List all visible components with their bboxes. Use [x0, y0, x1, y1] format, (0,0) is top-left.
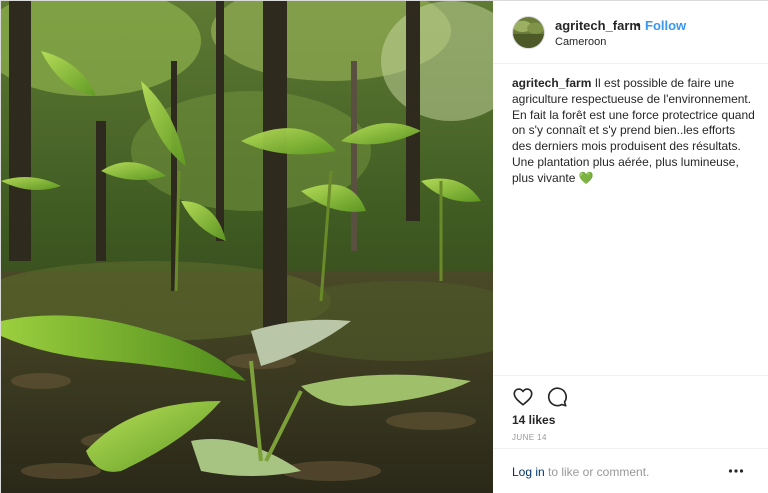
instagram-post: agritech_farm • Follow Cameroon agritech… — [0, 0, 768, 493]
post-date: JUNE 14 — [512, 433, 547, 442]
login-link[interactable]: Log in — [512, 465, 545, 479]
post-location[interactable]: Cameroon — [555, 36, 606, 48]
post-footer: Log in to like or comment. — [493, 448, 768, 493]
heart-outline-icon[interactable] — [512, 386, 534, 408]
avatar[interactable] — [512, 16, 545, 49]
follow-button[interactable]: Follow — [645, 18, 686, 33]
forest-photo-image — [1, 1, 493, 493]
green-heart-emoji: 💚 — [578, 170, 594, 185]
post-actions: 14 likes JUNE 14 — [493, 375, 768, 455]
comment-bubble-icon[interactable] — [546, 386, 568, 408]
likes-count[interactable]: 14 likes — [512, 413, 555, 427]
header-username[interactable]: agritech_farm — [555, 18, 641, 33]
caption-username[interactable]: agritech_farm — [512, 76, 591, 90]
caption-text: Il est possible de faire une agriculture… — [512, 76, 755, 185]
header-separator: • — [636, 17, 641, 32]
more-options-icon[interactable] — [728, 463, 744, 479]
post-photo[interactable] — [1, 1, 493, 493]
login-prompt-text: to like or comment. — [548, 465, 650, 479]
post-caption: agritech_farm Il est possible de faire u… — [512, 76, 756, 187]
post-side-panel: agritech_farm • Follow Cameroon agritech… — [493, 1, 768, 493]
post-header: agritech_farm • Follow Cameroon — [493, 1, 768, 64]
avatar-icon — [513, 17, 544, 48]
